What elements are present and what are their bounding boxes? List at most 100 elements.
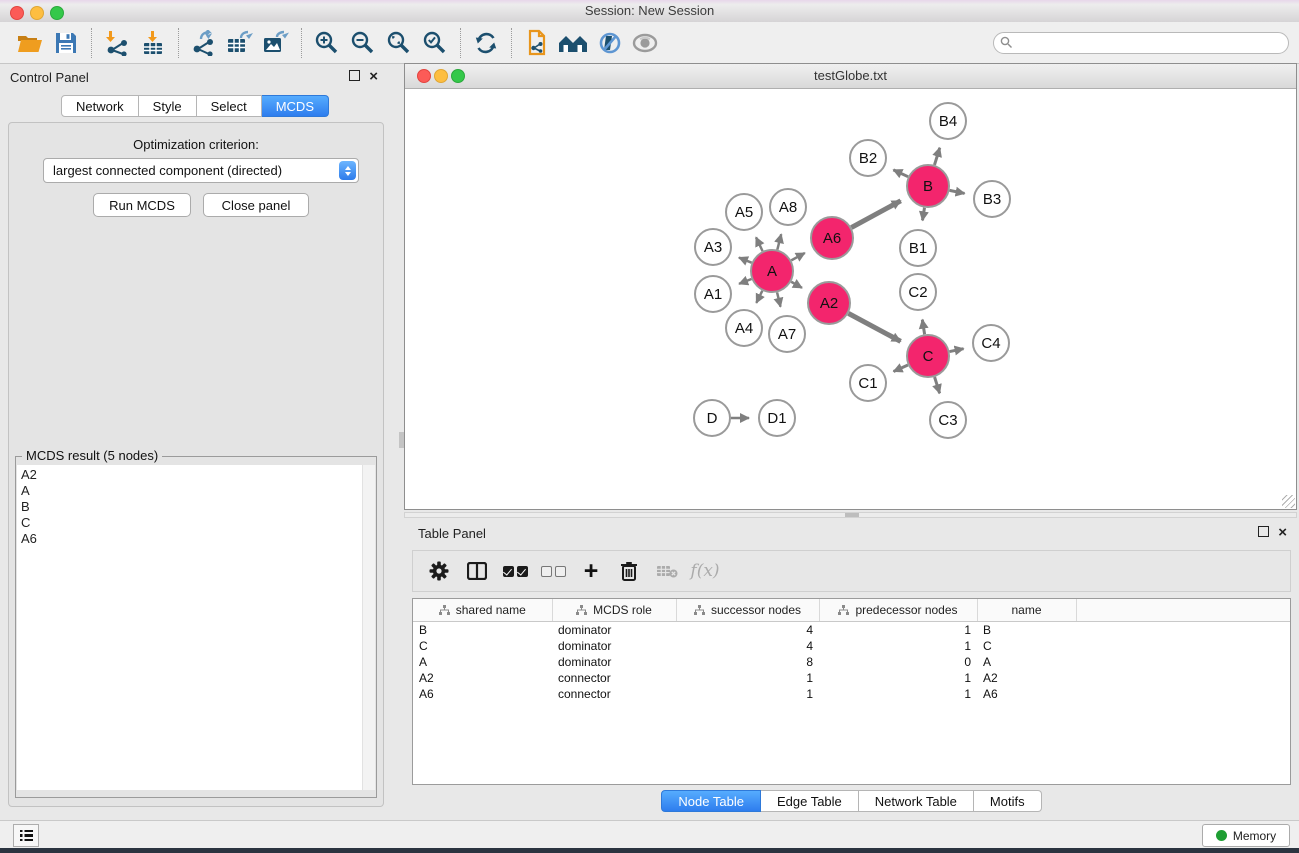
export-network-icon[interactable] <box>186 26 222 60</box>
zoom-in-icon[interactable] <box>309 26 345 60</box>
graph-edge-B-B4[interactable] <box>934 148 939 165</box>
result-list-scrollbar[interactable] <box>362 465 375 790</box>
show-all-networks-icon[interactable] <box>555 26 591 60</box>
graph-edge-A-A6[interactable] <box>791 253 805 260</box>
graph-edge-A2-C[interactable] <box>848 313 900 341</box>
zoom-selected-icon[interactable] <box>417 26 453 60</box>
import-table-icon[interactable] <box>135 26 171 60</box>
select-stepper-icon <box>339 161 356 180</box>
tab-select[interactable]: Select <box>197 95 262 117</box>
col-successor-nodes[interactable]: successor nodes <box>676 599 819 622</box>
cell: 4 <box>676 622 819 639</box>
close-panel-button[interactable]: Close panel <box>203 193 309 217</box>
col-name[interactable]: name <box>977 599 1076 622</box>
mcds-result-item[interactable]: A6 <box>21 531 363 547</box>
graph-edge-B-B1[interactable] <box>922 208 924 221</box>
graph-node-label: A3 <box>704 239 722 256</box>
table-toolbar: + f(x) <box>412 550 1291 592</box>
tab-motifs[interactable]: Motifs <box>974 790 1042 812</box>
tab-network[interactable]: Network <box>61 95 139 117</box>
app-title: Session: New Session <box>0 3 1299 18</box>
memory-button[interactable]: Memory <box>1202 824 1290 847</box>
tab-network-table[interactable]: Network Table <box>859 790 974 812</box>
save-session-icon[interactable] <box>48 26 84 60</box>
mcds-result-item[interactable]: A <box>21 483 363 499</box>
select-all-checkboxes-icon[interactable] <box>501 556 529 586</box>
control-panel-float-icon[interactable] <box>349 70 360 84</box>
graph-edge-C-C2[interactable] <box>922 320 924 335</box>
graph-edge-A-A2[interactable] <box>791 282 802 288</box>
tab-node-table[interactable]: Node Table <box>661 790 761 812</box>
network-window-titlebar[interactable]: testGlobe.txt <box>405 64 1296 89</box>
export-image-icon[interactable] <box>258 26 294 60</box>
graph-edge-B-B3[interactable] <box>950 190 965 193</box>
show-column-icon[interactable] <box>463 556 491 586</box>
network-canvas[interactable]: AA1A2A3A4A5A6A7A8BB1B2B3B4CC1C2C3C4DD1 <box>405 89 1296 509</box>
graph-edge-A6-B[interactable] <box>851 201 900 228</box>
graph-edge-A-A5[interactable] <box>756 237 763 251</box>
show-panel-list-button[interactable] <box>13 824 39 847</box>
add-column-icon[interactable]: + <box>577 556 605 586</box>
refresh-icon[interactable] <box>468 26 504 60</box>
table-row[interactable]: A6connector11A6 <box>413 686 1290 702</box>
hide-annotations-icon[interactable] <box>591 26 627 60</box>
mcds-result-item[interactable]: A2 <box>21 467 363 483</box>
col-shared-name[interactable]: shared name <box>413 599 552 622</box>
mcds-result-item[interactable]: B <box>21 499 363 515</box>
search-input[interactable] <box>993 32 1289 54</box>
table-row[interactable]: Bdominator41B <box>413 622 1290 639</box>
table-panel-close-icon[interactable]: × <box>1278 527 1287 538</box>
node-table: shared name MCDS role successor nodes pr… <box>412 598 1291 785</box>
mcds-result-box: MCDS result (5 nodes) A2ABCA6 <box>15 456 377 798</box>
delete-column-icon[interactable] <box>615 556 643 586</box>
optimization-criterion-select[interactable]: largest connected component (directed) <box>43 158 359 183</box>
import-network-icon[interactable] <box>99 26 135 60</box>
graph-edge-C-C1[interactable] <box>894 365 908 371</box>
export-table-icon[interactable] <box>222 26 258 60</box>
search-icon <box>1000 36 1013 49</box>
col-mcds-role[interactable]: MCDS role <box>552 599 676 622</box>
window-resize-grip[interactable] <box>1282 495 1295 508</box>
graph-edge-A-A1[interactable] <box>739 279 751 284</box>
table-row[interactable]: Cdominator41C <box>413 638 1290 654</box>
network-view-window: testGlobe.txt AA1A2A3A4A5A6A7A8BB1B2B3B4… <box>404 63 1297 510</box>
table-row[interactable]: A2connector11A2 <box>413 670 1290 686</box>
cell: connector <box>552 670 676 686</box>
toolbar-separator <box>301 28 302 58</box>
table-options-gear-icon[interactable] <box>425 556 453 586</box>
tab-style[interactable]: Style <box>139 95 197 117</box>
network-hscrollbar[interactable] <box>404 512 1297 518</box>
mcds-result-item[interactable]: C <box>21 515 363 531</box>
table-row[interactable]: Adominator80A <box>413 654 1290 670</box>
cell: A <box>977 654 1076 670</box>
graph-edge-C-C3[interactable] <box>935 377 940 393</box>
run-mcds-button[interactable]: Run MCDS <box>93 193 191 217</box>
cell: A6 <box>413 686 552 702</box>
graph-node-label: A7 <box>778 326 796 343</box>
graph-node-label: A <box>767 263 777 280</box>
zoom-out-icon[interactable] <box>345 26 381 60</box>
graph-edge-A-A4[interactable] <box>756 291 762 303</box>
tab-edge-table[interactable]: Edge Table <box>761 790 859 812</box>
table-panel-title: Table Panel <box>418 526 486 541</box>
open-file-icon[interactable] <box>12 26 48 60</box>
graph-edge-A-A3[interactable] <box>739 258 752 263</box>
graph-node-label: D1 <box>767 410 786 427</box>
control-panel-close-icon[interactable]: × <box>369 71 378 82</box>
toolbar-separator <box>178 28 179 58</box>
graph-edge-A-A7[interactable] <box>777 292 780 306</box>
graph-edge-B-B2[interactable] <box>893 170 908 177</box>
new-network-from-selection-icon[interactable] <box>519 26 555 60</box>
graph-edge-C-C4[interactable] <box>950 349 964 352</box>
zoom-fit-icon[interactable] <box>381 26 417 60</box>
col-predecessor-nodes[interactable]: predecessor nodes <box>819 599 977 622</box>
graph-edge-A-A8[interactable] <box>777 234 781 249</box>
cell: 1 <box>819 638 977 654</box>
table-header-row: shared name MCDS role successor nodes pr… <box>413 599 1290 622</box>
deselect-all-checkboxes-icon[interactable] <box>539 556 567 586</box>
network-vscrollbar-thumb[interactable] <box>399 432 404 448</box>
table-panel-float-icon[interactable] <box>1258 526 1269 540</box>
cell: 4 <box>676 638 819 654</box>
tab-mcds[interactable]: MCDS <box>262 95 329 117</box>
show-graphics-details-icon[interactable] <box>627 26 663 60</box>
